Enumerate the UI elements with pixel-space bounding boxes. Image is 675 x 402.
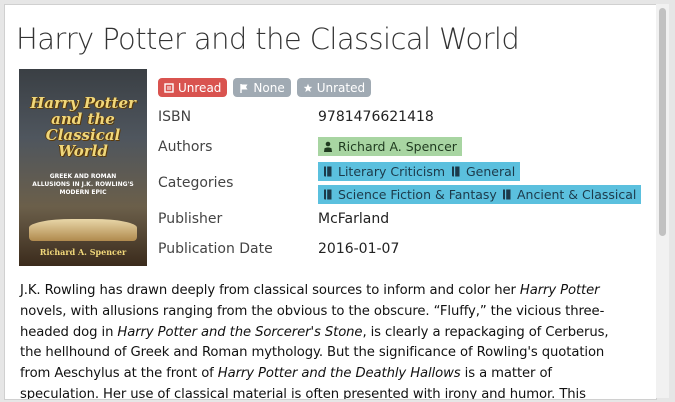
cover-author: Richard A. Spencer bbox=[39, 247, 127, 257]
category-tag[interactable]: Science Fiction & Fantasy bbox=[318, 185, 502, 204]
category-label: Literary Criticism bbox=[338, 164, 446, 179]
flag-icon bbox=[240, 83, 248, 93]
category-tag[interactable]: Literary Criticism bbox=[318, 162, 451, 181]
bookmark-icon bbox=[452, 166, 460, 177]
user-icon bbox=[324, 141, 332, 152]
authors-label: Authors bbox=[158, 139, 213, 155]
book-description: J.K. Rowling has drawn deeply from class… bbox=[20, 281, 632, 399]
isbn-value: 9781476621418 bbox=[318, 109, 434, 125]
category-tag[interactable]: Ancient & Classical bbox=[497, 185, 642, 204]
cover-book-illustration bbox=[29, 219, 137, 241]
rating-label: Unrated bbox=[316, 80, 366, 95]
shelf-label: None bbox=[253, 80, 285, 95]
category-label: Science Fiction & Fantasy bbox=[338, 187, 497, 202]
rating-badge[interactable]: Unrated bbox=[296, 78, 372, 97]
description-italic: Harry Potter and the Deathly Hallows bbox=[217, 366, 461, 382]
category-label: Ancient & Classical bbox=[517, 187, 637, 202]
read-status-label: Unread bbox=[178, 80, 222, 95]
scrollbar-thumb[interactable] bbox=[659, 8, 666, 236]
publisher-value: McFarland bbox=[318, 211, 390, 227]
category-tag[interactable]: General bbox=[446, 162, 521, 181]
bookmark-icon bbox=[324, 166, 332, 177]
publisher-label: Publisher bbox=[158, 211, 223, 227]
book-title: Harry Potter and the Classical World bbox=[16, 22, 520, 56]
isbn-label: ISBN bbox=[158, 109, 192, 125]
read-status-badge[interactable]: Unread bbox=[158, 78, 228, 97]
description-italic: Harry Potter bbox=[519, 283, 600, 298]
cover-subtitle: GREEK AND ROMAN ALLUSIONS IN J.K. ROWLING… bbox=[32, 173, 134, 196]
bookmark-icon bbox=[324, 189, 332, 200]
cover-title: Harry Potter and the Classical World bbox=[30, 94, 136, 160]
shelf-badge[interactable]: None bbox=[233, 78, 291, 97]
publication-date-label: Publication Date bbox=[158, 241, 273, 257]
bookmark-icon bbox=[503, 189, 511, 200]
description-text: J.K. Rowling has drawn deeply from class… bbox=[20, 283, 520, 298]
vertical-scrollbar[interactable] bbox=[656, 4, 669, 398]
categories-label: Categories bbox=[158, 175, 234, 191]
book-detail-panel: Harry Potter and the Classical World Har… bbox=[4, 4, 657, 400]
category-label: General bbox=[466, 164, 516, 179]
author-name: Richard A. Spencer bbox=[338, 139, 457, 154]
description-italic: Harry Potter and the Sorcerer's Stone bbox=[117, 324, 363, 340]
status-badges: Unread None Unrated bbox=[158, 78, 372, 97]
star-icon bbox=[303, 83, 313, 92]
book-icon bbox=[164, 82, 174, 93]
publication-date-value: 2016-01-07 bbox=[318, 241, 400, 257]
author-tag[interactable]: Richard A. Spencer bbox=[318, 137, 462, 156]
book-cover-image: Harry Potter and the Classical World GREEK… bbox=[19, 69, 147, 266]
